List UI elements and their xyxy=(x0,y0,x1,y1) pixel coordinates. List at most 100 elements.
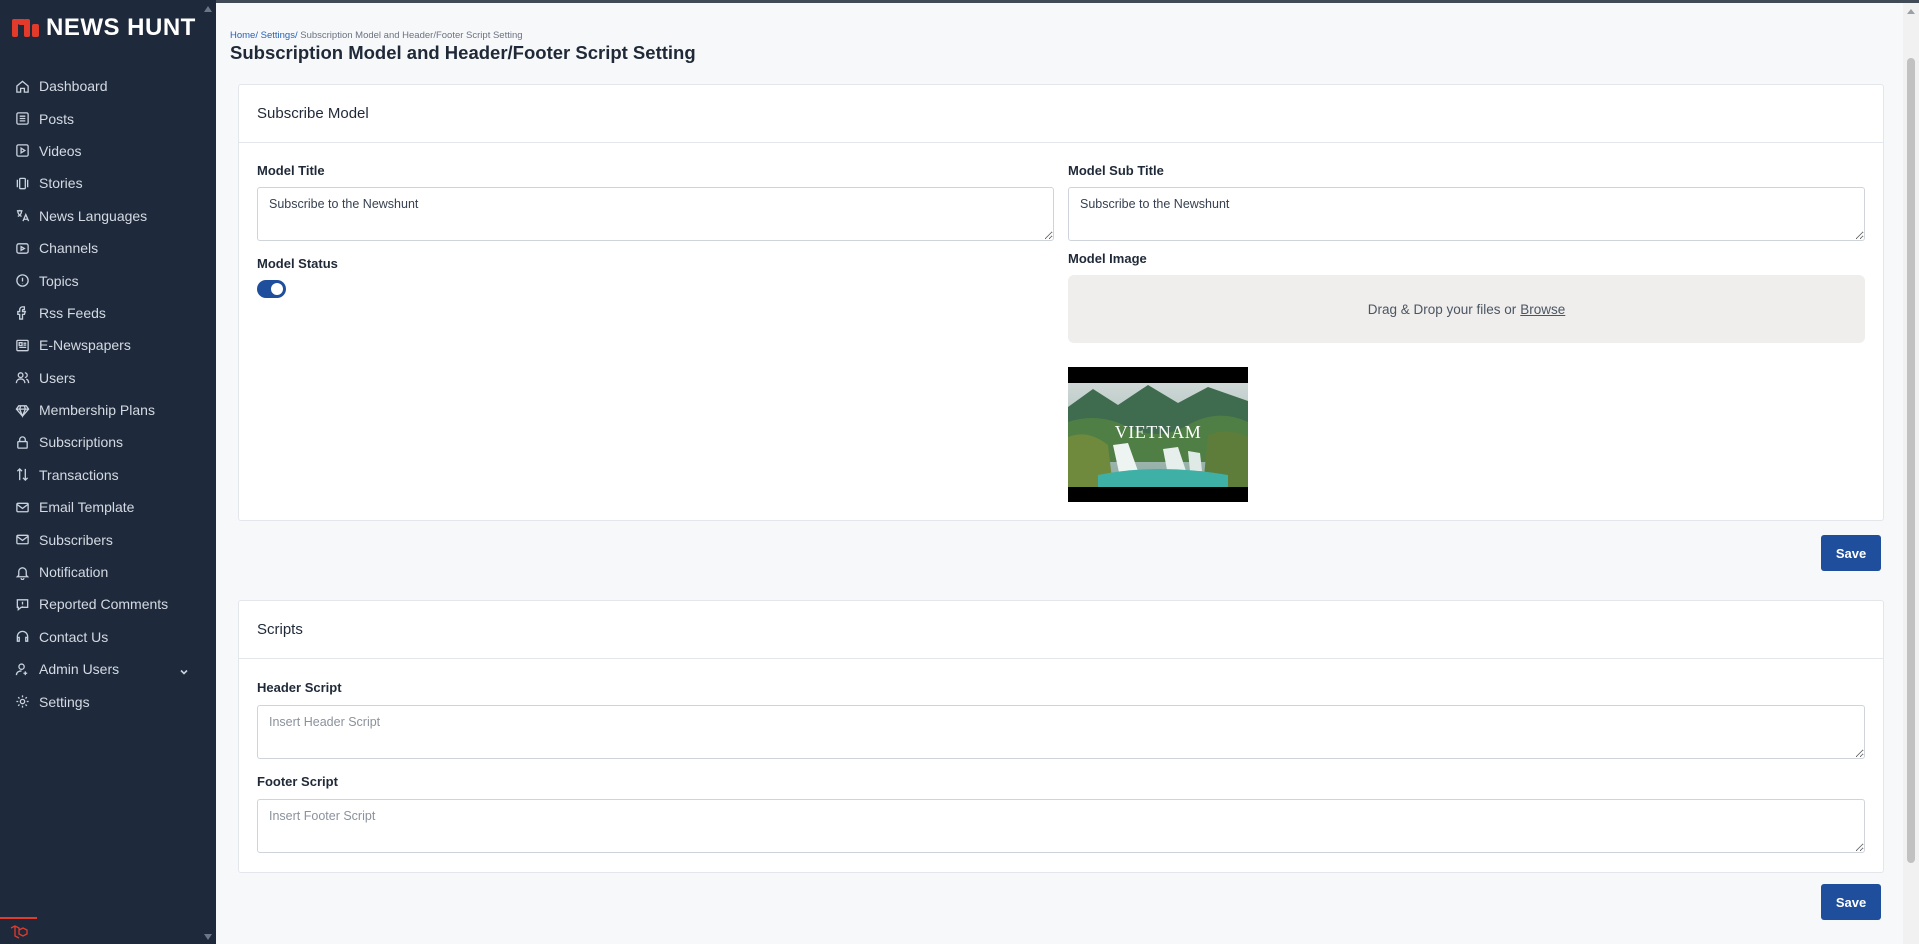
scripts-card: Scripts Header Script Footer Script xyxy=(238,600,1884,873)
footer-script-field[interactable] xyxy=(257,799,1865,853)
subscribe-model-card: Subscribe Model Model Title Model Status… xyxy=(238,84,1884,521)
scroll-up-arrow[interactable] xyxy=(1907,9,1915,14)
sidebar-item-settings[interactable]: Settings xyxy=(0,685,216,717)
sidebar-item-videos[interactable]: Videos xyxy=(0,135,216,167)
sidebar-item-label: Channels xyxy=(39,240,99,257)
list-icon xyxy=(15,111,30,126)
sidebar-item-rss-feeds[interactable]: Rss Feeds xyxy=(0,297,216,329)
sidebar-item-label: Membership Plans xyxy=(39,402,155,419)
users-icon xyxy=(15,370,30,385)
sidebar-item-label: Settings xyxy=(39,693,90,710)
sidebar-item-reported-comments[interactable]: Reported Comments xyxy=(0,588,216,620)
sidebar-item-stories[interactable]: Stories xyxy=(0,167,216,199)
sidebar: NEWS HUNT Dashboard Posts Videos Stories… xyxy=(0,0,216,944)
breadcrumb: Home/ Settings/ Subscription Model and H… xyxy=(230,30,523,41)
sidebar-item-label: Subscribers xyxy=(39,531,113,548)
stories-icon xyxy=(15,176,30,191)
scripts-card-title: Scripts xyxy=(239,601,1883,659)
browse-link[interactable]: Browse xyxy=(1520,302,1565,317)
sidebar-item-label: Email Template xyxy=(39,499,135,516)
sidebar-item-label: Subscriptions xyxy=(39,434,124,451)
sidebar-item-label: Videos xyxy=(39,142,82,159)
sidebar-item-dashboard[interactable]: Dashboard xyxy=(0,70,216,102)
sidebar-item-label: Rss Feeds xyxy=(39,304,106,321)
sidebar-item-label: Dashboard xyxy=(39,78,108,95)
sidebar-item-contact-us[interactable]: Contact Us xyxy=(0,621,216,653)
channel-icon xyxy=(15,241,30,256)
lock-icon xyxy=(15,435,30,450)
sidebar-item-news-languages[interactable]: News Languages xyxy=(0,200,216,232)
sidebar-item-subscribers[interactable]: Subscribers xyxy=(0,523,216,555)
breadcrumb-settings-link[interactable]: Settings/ xyxy=(261,30,298,41)
sidebar-item-label: News Languages xyxy=(39,207,148,224)
sidebar-item-label: Admin Users xyxy=(39,661,120,678)
sidebar-item-label: Transactions xyxy=(39,466,119,483)
model-title-field[interactable] xyxy=(257,187,1054,241)
sidebar-item-notification[interactable]: Notification xyxy=(0,556,216,588)
sidebar-item-label: Reported Comments xyxy=(39,596,169,613)
breadcrumb-current: Subscription Model and Header/Footer Scr… xyxy=(300,30,523,41)
sidebar-item-label: Posts xyxy=(39,110,75,127)
rss-icon xyxy=(15,305,30,321)
translate-icon xyxy=(15,208,30,223)
admin-user-icon xyxy=(15,662,30,677)
bell-icon xyxy=(15,565,30,580)
waterfall-landscape-image: VIETNAM xyxy=(1068,367,1248,502)
sidebar-item-e-newspapers[interactable]: E-Newspapers xyxy=(0,329,216,361)
model-image-preview: VIETNAM xyxy=(1068,367,1248,502)
chevron-down-icon[interactable] xyxy=(179,664,189,675)
model-status-label: Model Status xyxy=(257,256,338,271)
framework-logo-icon xyxy=(0,917,37,944)
app-name: NEWS HUNT xyxy=(46,14,196,41)
sidebar-item-subscriptions[interactable]: Subscriptions xyxy=(0,426,216,458)
news-hunt-logo-icon xyxy=(12,16,40,40)
sidebar-item-label: Topics xyxy=(39,272,79,289)
sidebar-item-label: Contact Us xyxy=(39,628,109,645)
sidebar-item-label: Users xyxy=(39,369,76,386)
diamond-icon xyxy=(15,403,30,418)
header-script-label: Header Script xyxy=(257,680,342,695)
toggle-knob xyxy=(271,283,283,295)
model-title-label: Model Title xyxy=(257,163,325,178)
mail-icon xyxy=(15,532,30,547)
sidebar-item-users[interactable]: Users xyxy=(0,362,216,394)
model-status-toggle[interactable] xyxy=(257,280,286,298)
sidebar-item-email-template[interactable]: Email Template xyxy=(0,491,216,523)
sidebar-nav: Dashboard Posts Videos Stories News Lang… xyxy=(0,70,216,718)
sidebar-item-label: Stories xyxy=(39,175,83,192)
comment-icon xyxy=(15,597,30,612)
footer-script-label: Footer Script xyxy=(257,774,338,789)
main-content: Home/ Settings/ Subscription Model and H… xyxy=(216,3,1903,944)
model-image-label: Model Image xyxy=(1068,251,1147,266)
image-dropzone[interactable]: Drag & Drop your files or Browse xyxy=(1068,275,1865,343)
page-scrollbar[interactable] xyxy=(1903,3,1919,944)
sidebar-scroll-down-arrow[interactable] xyxy=(204,934,212,940)
sidebar-item-admin-users[interactable]: Admin Users xyxy=(0,653,216,685)
sidebar-item-label: Notification xyxy=(39,564,109,581)
info-icon xyxy=(15,273,30,288)
model-sub-title-label: Model Sub Title xyxy=(1068,163,1164,178)
headset-icon xyxy=(15,629,30,644)
transfer-icon xyxy=(15,467,30,482)
save-subscribe-model-button[interactable]: Save xyxy=(1821,535,1881,571)
newspaper-icon xyxy=(15,338,30,353)
preview-caption: VIETNAM xyxy=(1115,422,1202,442)
sidebar-item-posts[interactable]: Posts xyxy=(0,102,216,134)
header-script-field[interactable] xyxy=(257,705,1865,759)
scrollbar-thumb[interactable] xyxy=(1907,58,1915,863)
play-icon xyxy=(15,143,30,158)
subscribe-model-card-title: Subscribe Model xyxy=(239,85,1883,143)
sidebar-item-channels[interactable]: Channels xyxy=(0,232,216,264)
page-title: Subscription Model and Header/Footer Scr… xyxy=(230,42,696,63)
breadcrumb-home-link[interactable]: Home/ xyxy=(230,30,258,41)
sidebar-scroll-up-arrow[interactable] xyxy=(204,6,212,12)
sidebar-item-membership-plans[interactable]: Membership Plans xyxy=(0,394,216,426)
gear-icon xyxy=(15,694,30,709)
sidebar-item-topics[interactable]: Topics xyxy=(0,264,216,296)
dropzone-text: Drag & Drop your files or xyxy=(1367,301,1517,317)
model-sub-title-field[interactable] xyxy=(1068,187,1865,241)
sidebar-item-label: E-Newspapers xyxy=(39,337,131,354)
save-scripts-button[interactable]: Save xyxy=(1821,884,1881,920)
sidebar-item-transactions[interactable]: Transactions xyxy=(0,459,216,491)
app-logo[interactable]: NEWS HUNT xyxy=(12,14,196,42)
